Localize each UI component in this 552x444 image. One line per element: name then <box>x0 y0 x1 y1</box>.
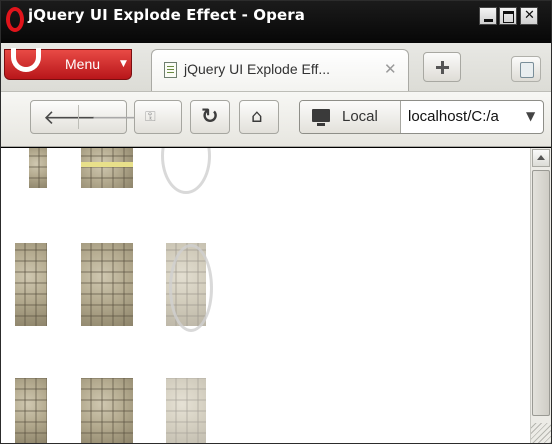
window-title: jQuery UI Explode Effect - Opera <box>28 6 305 24</box>
maximize-button[interactable] <box>499 7 517 25</box>
opera-logo-icon <box>11 48 41 72</box>
exploded-fragment <box>81 148 133 188</box>
exploded-fragment <box>29 148 47 188</box>
exploded-fragment <box>15 378 47 443</box>
close-window-button[interactable] <box>520 7 538 25</box>
scroll-thumb[interactable] <box>532 170 550 416</box>
tab-title: jQuery UI Explode Eff... <box>184 61 331 77</box>
exploded-fragment <box>81 378 133 443</box>
monitor-icon <box>312 109 330 126</box>
opera-menu-button[interactable]: Menu ▼ <box>4 48 132 80</box>
scroll-up-button[interactable] <box>532 149 550 167</box>
chevron-down-icon: ▼ <box>120 59 127 69</box>
key-icon: ⚿ <box>145 109 156 125</box>
key-button[interactable]: ⚿ <box>134 100 182 134</box>
tab-active[interactable]: jQuery UI Explode Eff... ✕ <box>151 49 409 91</box>
page-icon <box>164 62 177 78</box>
exploded-fragment <box>81 243 133 326</box>
exploded-fragment <box>15 243 47 326</box>
security-label: Local <box>342 108 378 125</box>
vertical-scrollbar[interactable] <box>530 148 551 443</box>
exploded-fragment <box>169 244 213 332</box>
home-button[interactable]: ⌂ <box>239 100 279 134</box>
navigation-toolbar: 🡐 🡒 ⚿ ↻ ⌂ Local localhost/C:/a ▼ <box>1 91 551 147</box>
opera-logo-icon <box>6 7 24 32</box>
chevron-down-icon[interactable]: ▼ <box>526 109 535 123</box>
home-icon: ⌂ <box>251 106 263 127</box>
address-bar[interactable]: Local localhost/C:/a ▼ <box>299 100 544 134</box>
exploded-fragment <box>161 148 211 194</box>
exploded-fragment <box>166 378 206 443</box>
minimize-button[interactable] <box>479 7 497 25</box>
reload-icon: ↻ <box>201 104 219 128</box>
close-tab-icon[interactable]: ✕ <box>384 60 397 78</box>
security-badge[interactable]: Local <box>300 101 401 133</box>
title-bar: jQuery UI Explode Effect - Opera <box>1 1 551 43</box>
page-content <box>1 148 530 443</box>
trash-button[interactable] <box>511 56 541 82</box>
divider <box>78 105 79 129</box>
url-input[interactable]: localhost/C:/a <box>408 108 528 125</box>
menu-label: Menu <box>65 56 101 72</box>
exploded-fragment <box>81 162 133 167</box>
resize-grip[interactable] <box>531 423 551 443</box>
browser-window: jQuery UI Explode Effect - Opera Menu ▼ … <box>0 0 552 444</box>
arrow-left-icon[interactable]: 🡐 <box>43 106 97 128</box>
back-forward-group: 🡐 🡒 <box>30 100 145 134</box>
new-tab-button[interactable] <box>423 52 461 82</box>
reload-button[interactable]: ↻ <box>190 100 230 134</box>
